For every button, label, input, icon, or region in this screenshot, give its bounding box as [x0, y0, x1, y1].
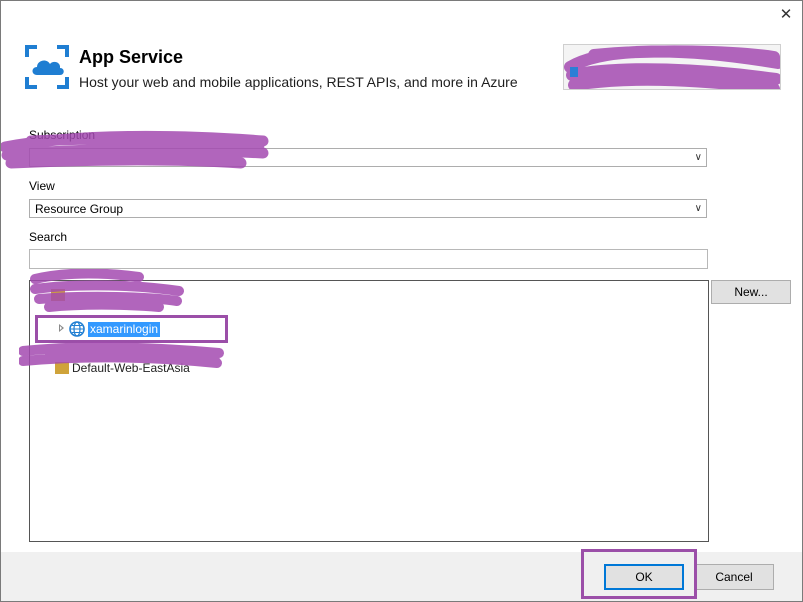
tree-item-default-web-eastasia[interactable]: Default-Web-EastAsia	[41, 359, 241, 377]
view-dropdown[interactable]: Resource Group ∨	[29, 199, 707, 218]
search-input[interactable]	[29, 249, 708, 269]
close-icon[interactable]: ✕	[778, 7, 794, 23]
resource-group-icon	[55, 362, 69, 374]
annotation-highlight-ok	[581, 549, 697, 599]
account-badge[interactable]	[563, 44, 781, 90]
redaction-scribble	[564, 45, 780, 89]
subscription-label: Subscription	[29, 128, 96, 142]
cancel-button[interactable]: Cancel	[694, 564, 774, 590]
annotation-highlight	[35, 315, 228, 343]
subscription-dropdown[interactable]: ∨	[29, 148, 707, 167]
view-value: Resource Group	[35, 202, 124, 216]
chevron-down-icon: ∨	[694, 203, 702, 214]
page-title: App Service	[79, 47, 184, 67]
app-service-logo	[25, 45, 69, 89]
resource-group-icon	[51, 289, 65, 301]
tree-item-label: Default-Web-EastAsia	[72, 361, 190, 375]
new-button[interactable]: New...	[711, 280, 791, 304]
page-subtitle: Host your web and mobile applications, R…	[79, 74, 518, 90]
search-label: Search	[29, 230, 68, 244]
view-label: View	[29, 179, 55, 193]
tree-item-resource-group-1[interactable]	[41, 287, 191, 305]
chevron-down-icon: ∨	[694, 152, 702, 163]
app-service-dialog: ✕ App Service Host your web and mobile a…	[0, 0, 803, 602]
